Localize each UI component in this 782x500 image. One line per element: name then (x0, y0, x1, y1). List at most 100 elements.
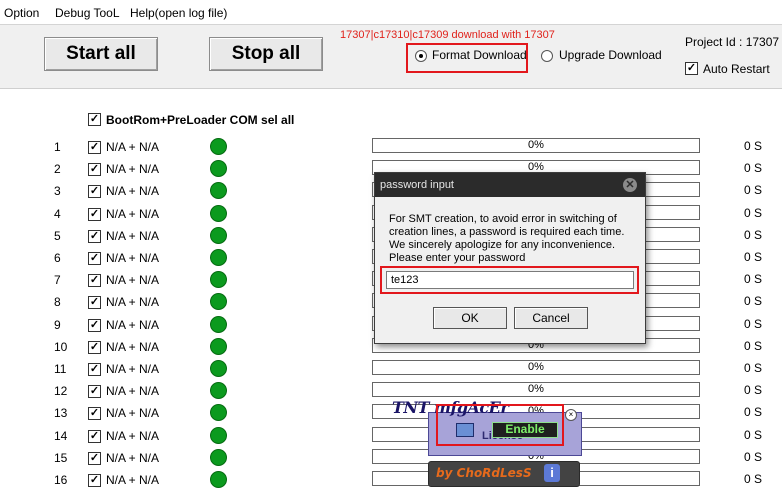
dialog-titlebar[interactable]: password input ✕ (375, 173, 645, 197)
status-led-icon (210, 138, 227, 155)
dialog-message: For SMT creation, to avoid error in swit… (389, 213, 625, 264)
upgrade-download-label[interactable]: Upgrade Download (559, 48, 662, 62)
row-checkbox[interactable]: ✓ (88, 185, 101, 198)
enable-highlight (436, 404, 564, 446)
row-port: N/A + N/A (106, 295, 160, 309)
row-checkbox[interactable]: ✓ (88, 474, 101, 487)
widget-close-icon[interactable]: × (565, 409, 577, 421)
row-number: 14 (54, 429, 68, 443)
row-number: 3 (54, 184, 61, 198)
row-checkbox[interactable]: ✓ (88, 407, 101, 420)
format-download-label[interactable]: Format Download (432, 48, 527, 62)
row-checkbox[interactable]: ✓ (88, 319, 101, 332)
info-icon[interactable]: i (544, 464, 560, 482)
ok-button[interactable]: OK (433, 307, 507, 329)
row-port: N/A + N/A (106, 473, 160, 487)
row-time: 0 S (744, 450, 763, 464)
row-time: 0 S (744, 161, 763, 175)
row-number: 9 (54, 318, 61, 332)
menu-bar: Option Debug TooL Help(open log file) (0, 0, 782, 25)
status-led-icon (210, 249, 227, 266)
status-led-icon (210, 205, 227, 222)
row-time: 0 S (744, 139, 763, 153)
row-port: N/A + N/A (106, 451, 160, 465)
row-number: 10 (54, 340, 68, 354)
port-row: 13 ✓ N/A + N/A 0% 0 S (0, 402, 782, 424)
row-port: N/A + N/A (106, 207, 160, 221)
password-dialog: password input ✕ For SMT creation, to av… (374, 172, 646, 344)
select-all-label[interactable]: BootRom+PreLoader COM sel all (106, 113, 294, 127)
port-row: 12 ✓ N/A + N/A 0% 0 S (0, 380, 782, 402)
format-download-radio[interactable] (415, 50, 427, 62)
port-row: 16✓N/A + N/A0%0 S (0, 469, 782, 491)
status-led-icon (210, 271, 227, 288)
row-number: 13 (54, 406, 68, 420)
row-number: 8 (54, 295, 61, 309)
progress-bar: 0% (372, 138, 700, 153)
upgrade-download-radio[interactable] (541, 50, 553, 62)
row-time: 0 S (744, 250, 763, 264)
menu-option[interactable]: Option (4, 6, 39, 20)
menu-debug-tool[interactable]: Debug TooL (55, 6, 120, 20)
author-label: by ChoRdLesS (436, 466, 532, 480)
row-number: 5 (54, 229, 61, 243)
row-number: 1 (54, 140, 61, 154)
row-time: 0 S (744, 405, 763, 419)
row-checkbox[interactable]: ✓ (88, 230, 101, 243)
status-led-icon (210, 382, 227, 399)
start-all-button[interactable]: Start all (44, 37, 158, 71)
row-port: N/A + N/A (106, 162, 160, 176)
project-id-text: Project Id : 17307 (685, 35, 780, 49)
close-icon[interactable]: ✕ (623, 178, 637, 192)
stop-all-button[interactable]: Stop all (209, 37, 323, 71)
row-checkbox[interactable]: ✓ (88, 141, 101, 154)
row-port: N/A + N/A (106, 406, 160, 420)
row-checkbox[interactable]: ✓ (88, 430, 101, 443)
toolbar: Start all Stop all 17307|c17310|c17309 d… (0, 25, 782, 89)
status-led-icon (210, 182, 227, 199)
row-time: 0 S (744, 339, 763, 353)
row-port: N/A + N/A (106, 251, 160, 265)
status-led-icon (210, 316, 227, 333)
status-led-icon (210, 360, 227, 377)
row-checkbox[interactable]: ✓ (88, 452, 101, 465)
status-led-icon (210, 471, 227, 488)
row-checkbox[interactable]: ✓ (88, 208, 101, 221)
row-checkbox[interactable]: ✓ (88, 341, 101, 354)
row-checkbox[interactable]: ✓ (88, 363, 101, 376)
row-port: N/A + N/A (106, 340, 160, 354)
port-row: 14✓N/A + N/A0%0 S (0, 425, 782, 447)
auto-restart-label[interactable]: Auto Restart (703, 62, 770, 76)
menu-help[interactable]: Help(open log file) (130, 6, 227, 20)
port-row: 11 ✓ N/A + N/A 0% 0 S (0, 358, 782, 380)
row-port: N/A + N/A (106, 229, 160, 243)
row-checkbox[interactable]: ✓ (88, 274, 101, 287)
status-led-icon (210, 227, 227, 244)
row-checkbox[interactable]: ✓ (88, 252, 101, 265)
dialog-title: password input (380, 179, 454, 191)
status-led-icon (210, 427, 227, 444)
port-row: 15 ✓ N/A + N/A 0% 0 S (0, 447, 782, 469)
row-time: 0 S (744, 428, 763, 442)
row-number: 12 (54, 384, 68, 398)
row-checkbox[interactable]: ✓ (88, 385, 101, 398)
password-input[interactable] (386, 271, 634, 289)
row-number: 7 (54, 273, 61, 287)
select-all-checkbox[interactable]: ✓ (88, 113, 101, 126)
progress-bar: 0% (372, 382, 700, 397)
status-led-icon (210, 404, 227, 421)
row-port: N/A + N/A (106, 384, 160, 398)
progress-bar: 0% (372, 360, 700, 375)
row-checkbox[interactable]: ✓ (88, 296, 101, 309)
row-time: 0 S (744, 272, 763, 286)
status-led-icon (210, 338, 227, 355)
row-time: 0 S (744, 206, 763, 220)
row-number: 11 (54, 362, 67, 376)
row-time: 0 S (744, 361, 763, 375)
download-info-text: 17307|c17310|c17309 download with 17307 (340, 29, 555, 41)
row-port: N/A + N/A (106, 184, 160, 198)
cancel-button[interactable]: Cancel (514, 307, 588, 329)
row-checkbox[interactable]: ✓ (88, 163, 101, 176)
auto-restart-checkbox[interactable]: ✓ (685, 62, 698, 75)
status-led-icon (210, 449, 227, 466)
